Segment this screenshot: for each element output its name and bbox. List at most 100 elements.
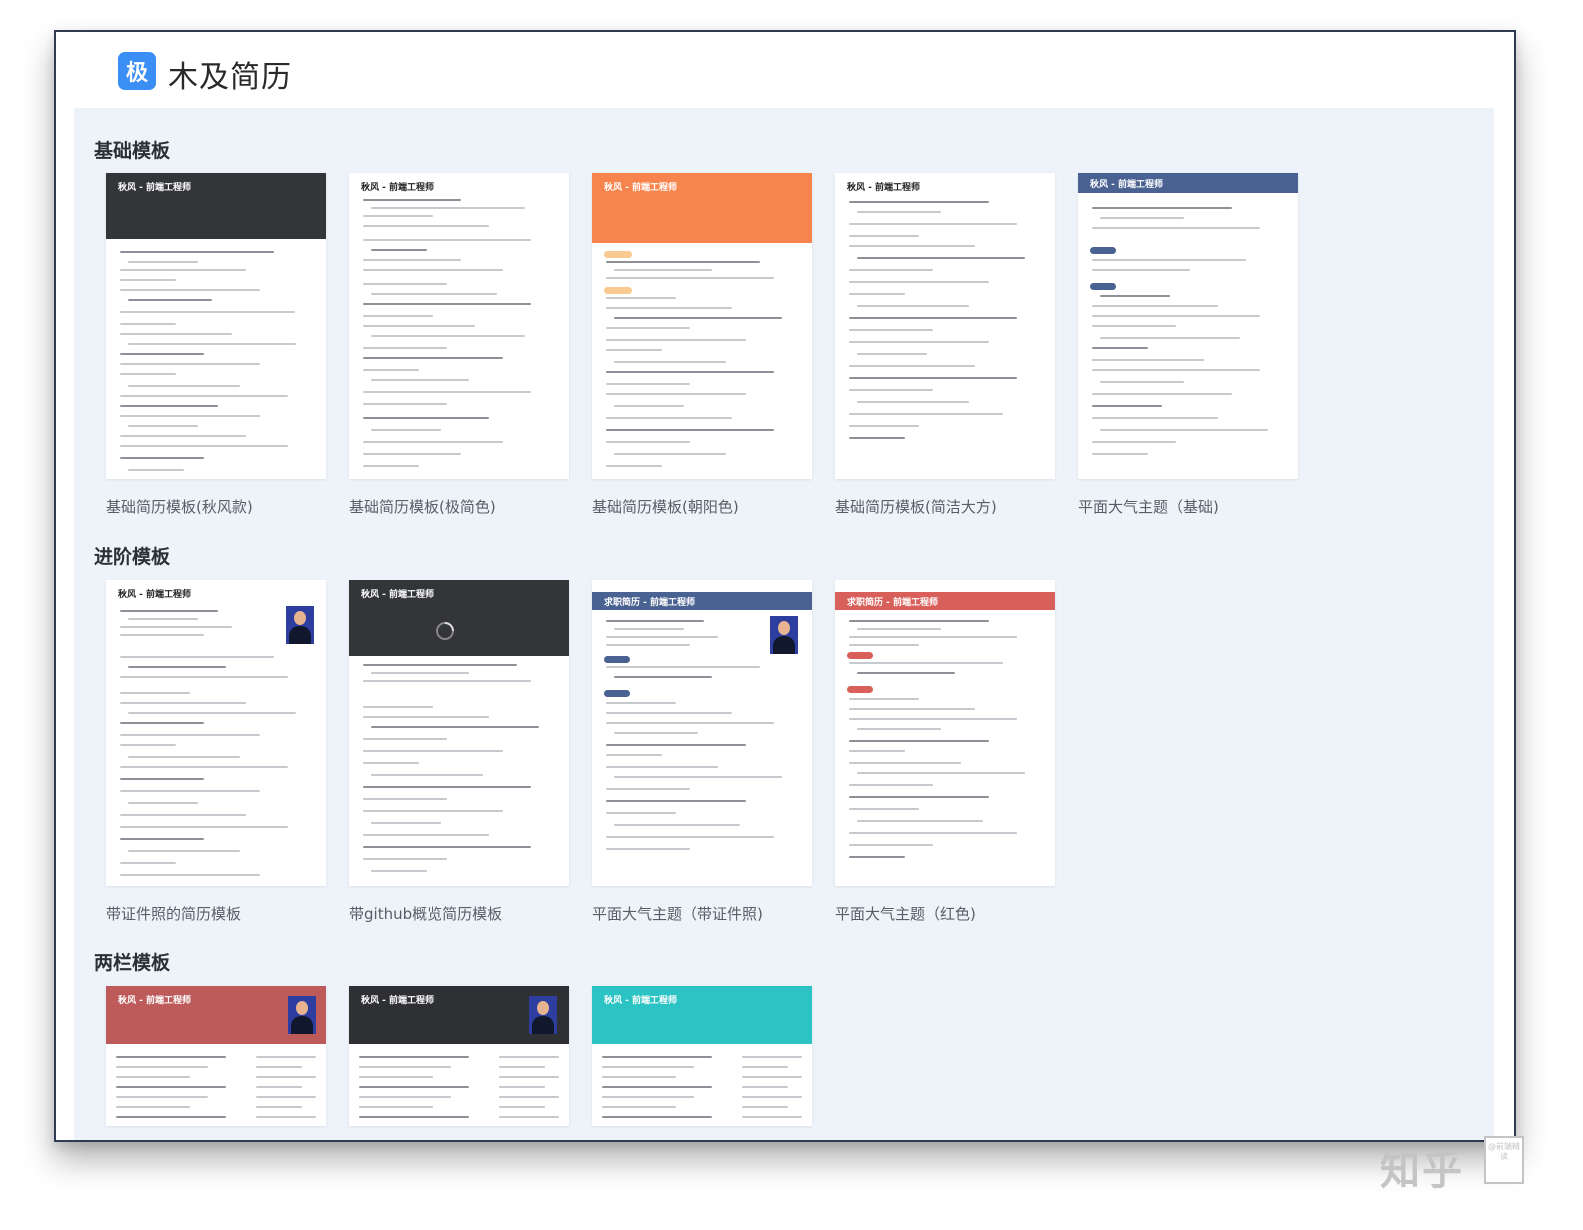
preview-text-line	[849, 201, 989, 203]
section-tag	[604, 656, 630, 663]
template-preview[interactable]: 秋风 - 前端工程师	[349, 580, 569, 886]
template-preview[interactable]: 秋风 - 前端工程师	[106, 580, 326, 886]
preview-text-line	[606, 722, 774, 724]
preview-header: 秋风 - 前端工程师	[592, 173, 812, 243]
preview-text-line	[363, 738, 447, 740]
preview-text-line	[606, 636, 718, 638]
template-card[interactable]: 求职简历 - 前端工程师 平面大气主题（带证件照)	[592, 580, 812, 924]
preview-text-line	[1100, 381, 1184, 383]
template-card-label: 平面大气主题（红色)	[835, 905, 976, 923]
preview-name: 求职简历 - 前端工程师	[847, 598, 939, 608]
preview-text-line	[1092, 453, 1148, 455]
preview-text-line	[606, 465, 662, 467]
template-card[interactable]: 秋风 - 前端工程师	[349, 986, 569, 1126]
template-card[interactable]: 秋风 - 前端工程师 基础简历模板(秋风款)	[106, 173, 326, 517]
preview-text-line	[849, 293, 905, 295]
preview-text-line	[1092, 315, 1260, 317]
preview-text-line	[849, 269, 933, 271]
preview-text-line	[606, 754, 662, 756]
preview-text-line	[1092, 347, 1148, 349]
template-card[interactable]: 求职简历 - 前端工程师 平面大气主题（红色)	[835, 580, 1055, 924]
template-card[interactable]: 秋风 - 前端工程师 基础简历模板(简洁大方)	[835, 173, 1055, 517]
preview-text-line	[120, 634, 204, 636]
template-preview[interactable]: 秋风 - 前端工程师	[106, 986, 326, 1126]
preview-text-line	[256, 1086, 302, 1088]
preview-text-line	[363, 750, 503, 752]
preview-text-line	[363, 417, 489, 419]
template-card-label: 平面大气主题（基础)	[1078, 498, 1219, 516]
app-logo-icon[interactable]: 极	[118, 52, 156, 90]
template-card[interactable]: 秋风 - 前端工程师 基础简历模板(朝阳色)	[592, 173, 812, 517]
preview-text-line	[363, 303, 531, 305]
preview-text-line	[363, 259, 461, 261]
template-preview[interactable]: 秋风 - 前端工程师	[1078, 173, 1298, 479]
preview-text-line	[363, 441, 503, 443]
template-preview[interactable]: 秋风 - 前端工程师	[106, 173, 326, 479]
preview-text-line	[849, 389, 933, 391]
preview-text-line	[849, 341, 989, 343]
preview-text-line	[120, 415, 260, 417]
template-preview[interactable]: 求职简历 - 前端工程师	[592, 580, 812, 886]
preview-text-line	[606, 620, 704, 622]
template-preview[interactable]: 秋风 - 前端工程师	[835, 173, 1055, 479]
preview-text-line	[120, 311, 295, 313]
preview-text-line	[363, 283, 447, 285]
preview-text-line	[363, 403, 447, 405]
preview-text-line	[120, 744, 176, 746]
template-card[interactable]: 秋风 - 前端工程师 平面大气主题（基础)	[1078, 173, 1298, 517]
preview-text-line	[120, 323, 176, 325]
preview-text-line	[849, 437, 905, 439]
template-preview[interactable]: 秋风 - 前端工程师	[592, 986, 812, 1126]
preview-text-line	[857, 628, 941, 630]
preview-text-line	[128, 850, 240, 852]
preview-text-line	[363, 834, 489, 836]
preview-name: 秋风 - 前端工程师	[847, 183, 921, 193]
preview-text-line	[1092, 369, 1260, 371]
template-card[interactable]: 秋风 - 前端工程师	[106, 986, 326, 1126]
preview-text-line	[742, 1096, 802, 1098]
preview-text-line	[120, 814, 246, 816]
preview-text-line	[256, 1066, 302, 1068]
preview-text-line	[606, 349, 662, 351]
section-tag	[604, 690, 630, 697]
preview-text-line	[606, 383, 690, 385]
template-preview[interactable]: 秋风 - 前端工程师	[349, 173, 569, 479]
template-card-label: 基础简历模板(朝阳色)	[592, 498, 739, 516]
preview-text-line	[606, 812, 676, 814]
template-card[interactable]: 秋风 - 前端工程师	[592, 986, 812, 1126]
preview-text-line	[120, 395, 288, 397]
preview-text-line	[120, 722, 204, 724]
preview-text-line	[120, 766, 288, 768]
preview-text-line	[606, 261, 760, 263]
preview-text-line	[363, 858, 447, 860]
preview-text-line	[849, 377, 1017, 379]
template-card[interactable]: 秋风 - 前端工程师 带证件照的简历模板	[106, 580, 326, 924]
preview-text-line	[120, 790, 260, 792]
section-title-two-column: 两栏模板	[94, 952, 171, 974]
preview-text-line	[1100, 295, 1170, 297]
preview-text-line	[857, 728, 941, 730]
app-header: 极 木及简历	[56, 32, 1514, 108]
preview-text-line	[606, 371, 774, 373]
preview-text-line	[1092, 227, 1260, 229]
preview-text-line	[1092, 441, 1176, 443]
preview-text-line	[614, 317, 782, 319]
preview-text-line	[606, 666, 760, 668]
preview-text-line	[602, 1106, 676, 1108]
preview-text-line	[606, 800, 746, 802]
template-card[interactable]: 秋风 - 前端工程师 基础简历模板(极简色)	[349, 173, 569, 517]
preview-name: 秋风 - 前端工程师	[361, 183, 435, 193]
template-card[interactable]: 秋风 - 前端工程师 带github概览简历模板	[349, 580, 569, 924]
template-preview[interactable]: 秋风 - 前端工程师	[592, 173, 812, 479]
preview-text-line	[1092, 359, 1204, 361]
preview-text-line	[120, 373, 176, 375]
preview-text-line	[849, 750, 905, 752]
preview-text-line	[499, 1116, 559, 1118]
app-title[interactable]: 木及简历	[168, 52, 292, 96]
preview-text-line	[116, 1096, 208, 1098]
preview-text-line	[606, 297, 676, 299]
preview-text-line	[849, 245, 975, 247]
template-preview[interactable]: 秋风 - 前端工程师	[349, 986, 569, 1126]
section-tag	[1090, 283, 1116, 290]
template-preview[interactable]: 求职简历 - 前端工程师	[835, 580, 1055, 886]
